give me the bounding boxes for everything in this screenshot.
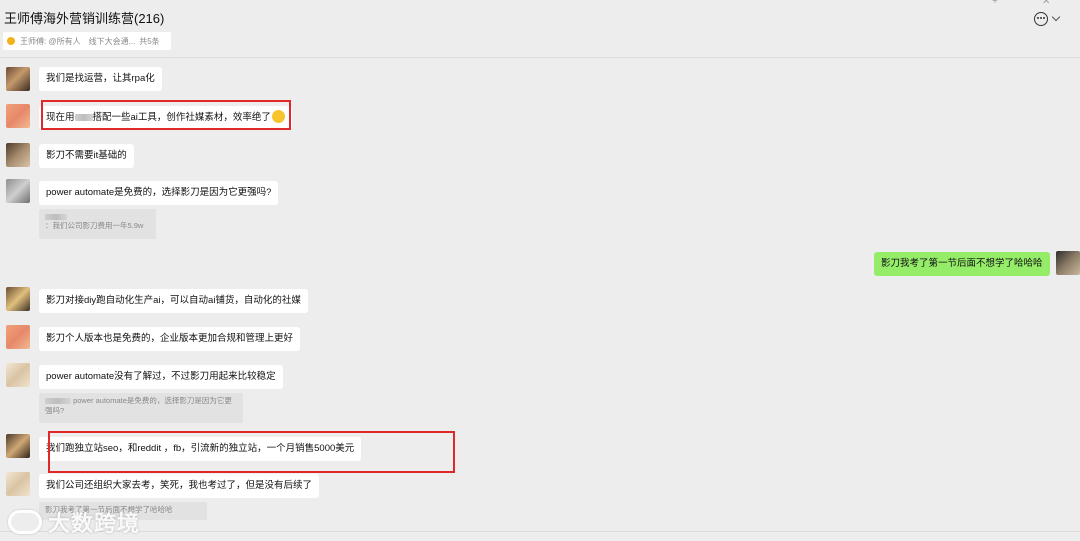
quoted-reply[interactable]: ：我们公司影刀费用一年5.9w bbox=[39, 209, 156, 239]
message-bubble[interactable]: power automate是免费的，选择影刀是因为它更强吗? bbox=[39, 181, 279, 205]
window-control[interactable]: + bbox=[992, 0, 998, 7]
avatar[interactable] bbox=[6, 434, 30, 458]
message-bubble[interactable]: 影刀个人版本也是免费的，企业版本更加合规和管理上更好 bbox=[39, 327, 301, 351]
highlight-box bbox=[41, 100, 291, 130]
redacted-name bbox=[45, 214, 67, 221]
watermark-text: 大数跨境 bbox=[48, 511, 141, 536]
message-bubble[interactable]: 我们公司还组织大家去考，笑死，我也考过了，但是没有后续了 bbox=[39, 474, 320, 498]
watermark: 大数跨境 bbox=[8, 506, 140, 538]
avatar[interactable] bbox=[6, 287, 30, 311]
avatar[interactable] bbox=[6, 104, 30, 128]
chat-header: 王师傅海外营销训练营(216) + ✕ 王师傅: @所有人 线下大会通... 共… bbox=[0, 0, 1080, 58]
avatar[interactable] bbox=[6, 179, 30, 203]
input-area-divider bbox=[0, 531, 1080, 541]
avatar[interactable] bbox=[6, 325, 30, 349]
avatar[interactable] bbox=[6, 363, 30, 387]
message-bubble[interactable]: power automate没有了解过，不过影刀用起来比较稳定 bbox=[39, 365, 283, 389]
message-bubble[interactable]: 影刀不需要it基础的 bbox=[39, 144, 134, 168]
avatar[interactable] bbox=[6, 67, 30, 91]
pin-icon bbox=[7, 37, 15, 45]
watermark-logo-icon bbox=[8, 510, 42, 534]
redacted-name bbox=[45, 398, 71, 405]
self-avatar[interactable] bbox=[1056, 251, 1080, 275]
pinned-message-bar[interactable]: 王师傅: @所有人 线下大会通... 共5条 bbox=[3, 32, 171, 50]
highlight-box bbox=[48, 431, 455, 473]
avatar[interactable] bbox=[6, 472, 30, 496]
quoted-text: ：我们公司影刀费用一年5.9w bbox=[45, 221, 144, 230]
quoted-reply[interactable]: power automate是免费的，选择影刀是因为它更强吗? bbox=[39, 393, 243, 423]
chat-title[interactable]: 王师傅海外营销训练营(216) bbox=[4, 8, 164, 27]
self-message-bubble[interactable]: 影刀我考了第一节后面不想学了哈哈哈 bbox=[874, 252, 1050, 276]
message-bubble[interactable]: 影刀对接diy跑自动化生产ai，可以自动ai铺货，自动化的社媒 bbox=[39, 289, 308, 313]
chevron-down-icon[interactable] bbox=[1051, 12, 1061, 22]
window-close-control[interactable]: ✕ bbox=[1042, 0, 1050, 7]
pinned-count: 共5条 bbox=[139, 36, 160, 46]
more-options-icon[interactable] bbox=[1034, 12, 1048, 26]
quoted-text: power automate是免费的，选择影刀是因为它更强吗? bbox=[45, 396, 232, 415]
message-bubble[interactable]: 我们是找运营，让其rpa化 bbox=[39, 67, 162, 91]
pinned-message-text: 王师傅: @所有人 线下大会通... bbox=[20, 36, 136, 46]
avatar[interactable] bbox=[6, 143, 30, 167]
